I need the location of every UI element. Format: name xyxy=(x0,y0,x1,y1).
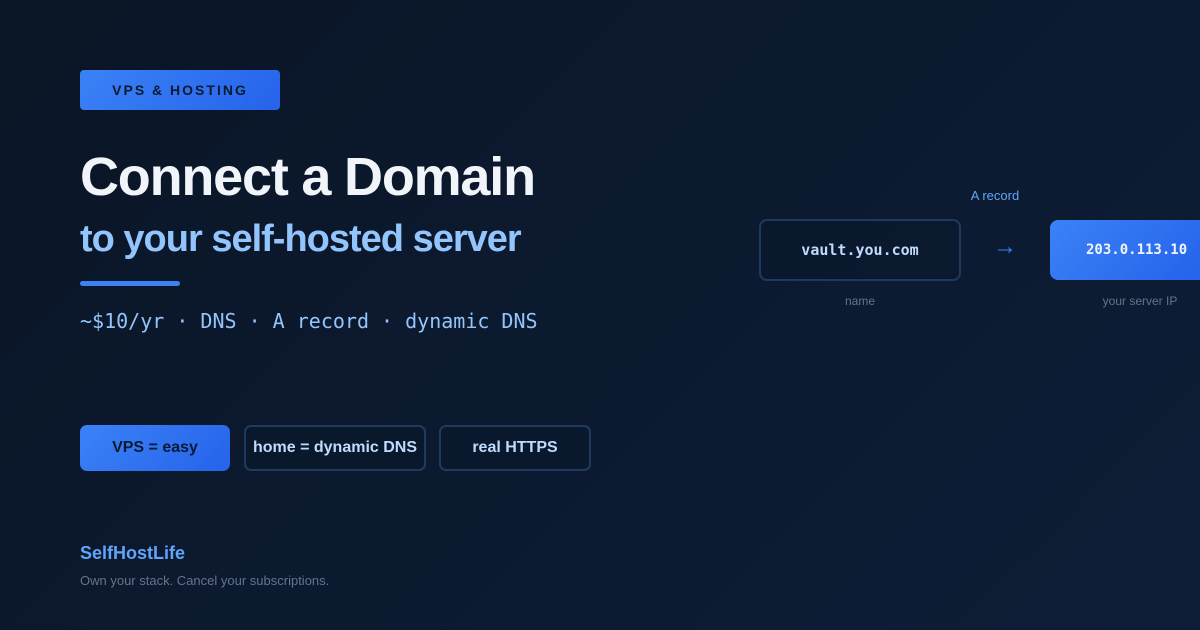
brand-name: SelfHostLife xyxy=(80,543,186,563)
accent-divider xyxy=(80,281,180,286)
server-ip-caption: your server IP xyxy=(1102,294,1178,308)
server-ip-box: 203.0.113.10 xyxy=(1050,220,1200,280)
pill-vps-easy: VPS = easy xyxy=(80,425,230,471)
brand-tagline: Own your stack. Cancel your subscription… xyxy=(80,573,330,588)
arrow-right-icon: → xyxy=(993,233,1017,260)
page-title: Connect a Domain xyxy=(80,147,536,207)
domain-name-caption: name xyxy=(844,294,876,308)
category-badge: VPS & HOSTING xyxy=(80,70,280,110)
pill-home-dynamic-dns: home = dynamic DNS xyxy=(244,425,426,471)
record-type-label: A record xyxy=(970,188,1020,203)
topic-tagline: ~$10/yr · DNS · A record · dynamic DNS xyxy=(80,309,538,333)
domain-name-box: vault.you.com xyxy=(759,219,961,281)
pill-real-https: real HTTPS xyxy=(439,425,591,471)
page-subtitle: to your self-hosted server xyxy=(80,218,522,260)
